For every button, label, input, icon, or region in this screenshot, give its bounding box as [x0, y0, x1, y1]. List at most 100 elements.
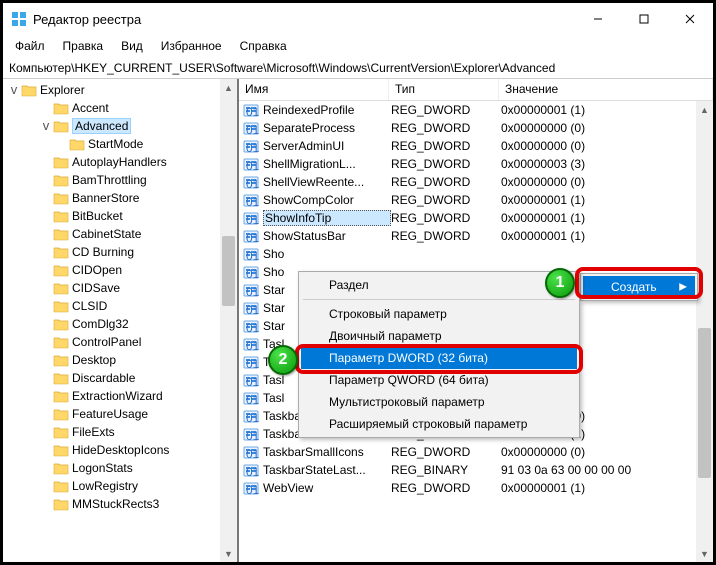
tree-item[interactable]: v Explorer: [3, 81, 237, 99]
ctx-expandstring[interactable]: Расширяемый строковый параметр: [301, 413, 577, 435]
svg-text:011: 011: [246, 357, 259, 370]
expander-icon[interactable]: v: [7, 83, 21, 97]
tree-label[interactable]: CLSID: [72, 299, 107, 313]
menu-favorites[interactable]: Избранное: [153, 37, 230, 55]
col-value[interactable]: Значение: [499, 79, 713, 100]
ctx-multistring[interactable]: Мультистроковый параметр: [301, 391, 577, 413]
tree-label[interactable]: MMStuckRects3: [72, 497, 159, 511]
menu-edit[interactable]: Правка: [55, 37, 112, 55]
tree-label[interactable]: ExtractionWizard: [72, 389, 163, 403]
list-row[interactable]: 011ShellViewReente...REG_DWORD0x00000000…: [239, 173, 713, 191]
value-name: TaskbarSmallIcons: [263, 445, 391, 459]
minimize-button[interactable]: [575, 3, 621, 35]
ctx-string[interactable]: Строковый параметр: [301, 303, 577, 325]
reg-value-icon: 011: [243, 156, 259, 172]
menu-file[interactable]: Файл: [7, 37, 53, 55]
menu-help[interactable]: Справка: [232, 37, 295, 55]
col-type[interactable]: Тип: [389, 79, 499, 100]
tree-item[interactable]: BamThrottling: [3, 171, 237, 189]
tree-label[interactable]: CD Burning: [72, 245, 134, 259]
tree-item[interactable]: Accent: [3, 99, 237, 117]
tree-item[interactable]: MMStuckRects3: [3, 495, 237, 513]
tree-item[interactable]: FeatureUsage: [3, 405, 237, 423]
tree-label[interactable]: CabinetState: [72, 227, 141, 241]
svg-text:011: 011: [246, 285, 259, 298]
tree-item[interactable]: AutoplayHandlers: [3, 153, 237, 171]
value-name: Sho: [263, 247, 391, 261]
list-row[interactable]: 011ShellMigrationL...REG_DWORD0x00000003…: [239, 155, 713, 173]
value-type: REG_DWORD: [391, 229, 501, 243]
ctx-separator: [303, 299, 575, 300]
tree-item[interactable]: v Advanced: [3, 117, 237, 135]
list-row[interactable]: 011ReindexedProfileREG_DWORD0x00000001 (…: [239, 101, 713, 119]
list-row[interactable]: 011SeparateProcessREG_DWORD0x00000000 (0…: [239, 119, 713, 137]
tree-label[interactable]: LogonStats: [72, 461, 133, 475]
scroll-down-icon[interactable]: ▼: [220, 545, 237, 562]
list-row[interactable]: 011ServerAdminUIREG_DWORD0x00000000 (0): [239, 137, 713, 155]
list-row[interactable]: 011TaskbarSmallIconsREG_DWORD0x00000000 …: [239, 443, 713, 461]
reg-value-icon: 011: [243, 462, 259, 478]
ctx-dword[interactable]: Параметр DWORD (32 бита): [301, 347, 577, 369]
tree-label[interactable]: CIDSave: [72, 281, 120, 295]
tree-item[interactable]: CIDSave: [3, 279, 237, 297]
list-row[interactable]: 011ShowStatusBarREG_DWORD0x00000001 (1): [239, 227, 713, 245]
tree-label[interactable]: Explorer: [40, 83, 85, 97]
tree-label[interactable]: FeatureUsage: [72, 407, 148, 421]
list-scrollbar[interactable]: ▲ ▼: [696, 101, 713, 562]
tree-label[interactable]: BitBucket: [72, 209, 123, 223]
app-icon: [11, 11, 27, 27]
tree-label[interactable]: StartMode: [88, 137, 143, 151]
tree-item[interactable]: ComDlg32: [3, 315, 237, 333]
tree-item[interactable]: ControlPanel: [3, 333, 237, 351]
ctx-create[interactable]: Создать ▶: [583, 276, 695, 298]
tree-scrollbar[interactable]: ▲ ▼: [220, 79, 237, 562]
tree-label[interactable]: Discardable: [72, 371, 135, 385]
value-data: 0x00000001 (1): [501, 103, 713, 117]
tree-label[interactable]: BannerStore: [72, 191, 139, 205]
tree-item[interactable]: Discardable: [3, 369, 237, 387]
tree-item[interactable]: FileExts: [3, 423, 237, 441]
tree-label[interactable]: ComDlg32: [72, 317, 129, 331]
tree-item[interactable]: HideDesktopIcons: [3, 441, 237, 459]
tree-label[interactable]: FileExts: [72, 425, 115, 439]
tree-item[interactable]: LowRegistry: [3, 477, 237, 495]
tree-label[interactable]: BamThrottling: [72, 173, 147, 187]
col-name[interactable]: Имя: [239, 79, 389, 100]
svg-text:011: 011: [246, 249, 259, 262]
tree-item[interactable]: CabinetState: [3, 225, 237, 243]
tree-item[interactable]: CLSID: [3, 297, 237, 315]
scroll-down-icon[interactable]: ▼: [696, 545, 713, 562]
tree-item[interactable]: ExtractionWizard: [3, 387, 237, 405]
list-row[interactable]: 011 Sho: [239, 245, 713, 263]
ctx-qword[interactable]: Параметр QWORD (64 бита): [301, 369, 577, 391]
list-row[interactable]: 011WebViewREG_DWORD0x00000001 (1): [239, 479, 713, 497]
menu-view[interactable]: Вид: [113, 37, 151, 55]
tree-item[interactable]: CD Burning: [3, 243, 237, 261]
value-data: 0x00000001 (1): [501, 193, 713, 207]
tree-item[interactable]: CIDOpen: [3, 261, 237, 279]
tree-label[interactable]: Accent: [72, 101, 109, 115]
tree-label[interactable]: Advanced: [72, 118, 131, 134]
scroll-up-icon[interactable]: ▲: [696, 101, 713, 118]
scroll-up-icon[interactable]: ▲: [220, 79, 237, 96]
list-row[interactable]: 011TaskbarStateLast...REG_BINARY91 03 0a…: [239, 461, 713, 479]
list-row[interactable]: 011ShowInfoTipREG_DWORD0x00000001 (1): [239, 209, 713, 227]
tree-item[interactable]: Desktop: [3, 351, 237, 369]
tree-label[interactable]: ControlPanel: [72, 335, 141, 349]
tree-label[interactable]: Desktop: [72, 353, 116, 367]
close-button[interactable]: [667, 3, 713, 35]
address-bar[interactable]: Компьютер\HKEY_CURRENT_USER\Software\Mic…: [3, 57, 713, 79]
tree-item[interactable]: LogonStats: [3, 459, 237, 477]
tree-label[interactable]: AutoplayHandlers: [72, 155, 167, 169]
tree-label[interactable]: CIDOpen: [72, 263, 122, 277]
tree-label[interactable]: LowRegistry: [72, 479, 138, 493]
ctx-section[interactable]: Раздел: [301, 274, 577, 296]
maximize-button[interactable]: [621, 3, 667, 35]
tree-item[interactable]: BannerStore: [3, 189, 237, 207]
tree-label[interactable]: HideDesktopIcons: [72, 443, 169, 457]
ctx-binary[interactable]: Двоичный параметр: [301, 325, 577, 347]
list-row[interactable]: 011ShowCompColorREG_DWORD0x00000001 (1): [239, 191, 713, 209]
expander-icon[interactable]: v: [39, 119, 53, 133]
tree-item[interactable]: BitBucket: [3, 207, 237, 225]
tree-item[interactable]: StartMode: [3, 135, 237, 153]
